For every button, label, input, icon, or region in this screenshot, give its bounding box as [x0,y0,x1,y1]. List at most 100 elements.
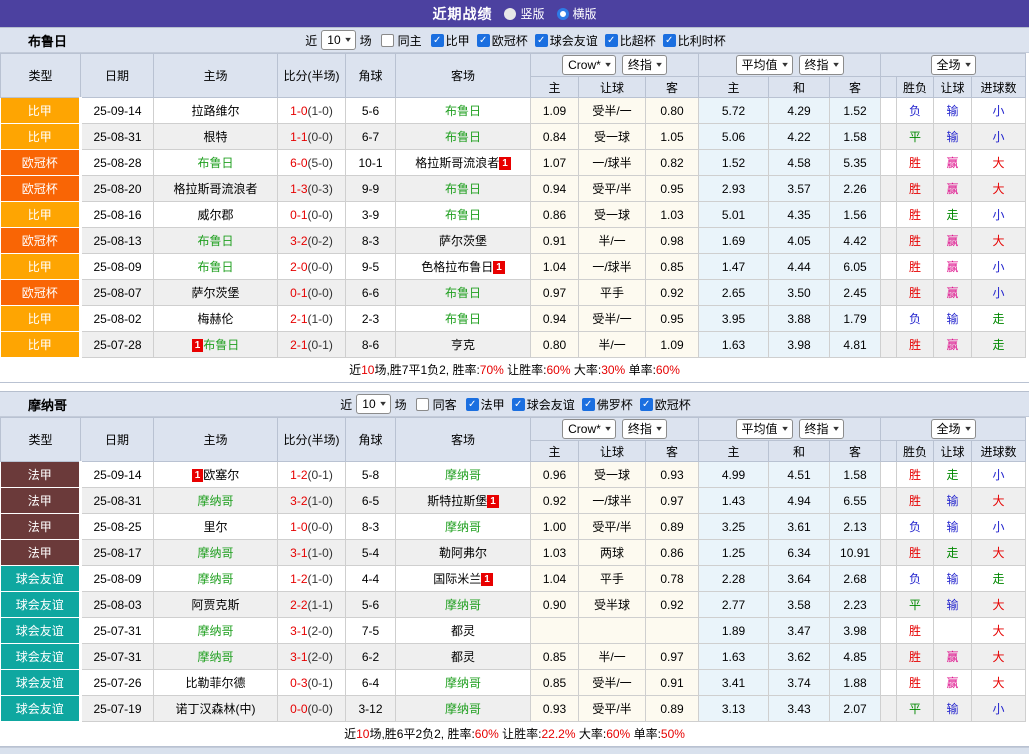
halftime-score: (0-0) [308,286,333,300]
red-card-badge: 1 [192,339,204,352]
average-stage-select[interactable]: 终指▾ [799,419,844,439]
league-checkbox[interactable]: ✓ [582,398,595,411]
away-team-cell: 布鲁日 [396,176,531,202]
away-team-cell: 摩纳哥 [396,592,531,618]
odds-stage-select[interactable]: 终指▾ [622,55,667,75]
away-team-cell: 勒阿弗尔 [396,540,531,566]
fulltime-score: 1-2 [290,468,307,482]
handicap-cell: 平手 [579,280,646,306]
odds-subheader: 主 [531,77,579,98]
halftime-score: (0-1) [308,338,333,352]
league-checkbox-label[interactable]: 佛罗杯 [597,396,633,413]
fulltime-score: 3-2 [290,234,307,248]
vertical-layout-radio[interactable] [504,8,516,20]
avg-home-cell: 1.25 [699,540,769,566]
league-checkbox[interactable]: ✓ [477,34,490,47]
horizontal-layout-radio[interactable] [557,8,569,20]
home-odds-cell: 0.91 [531,228,579,254]
scope-select[interactable]: 全场▾ [931,55,976,75]
chevron-down-icon: ▾ [345,32,351,48]
column-header: 主场 [154,54,278,98]
handicap-cell: 受半/一 [579,98,646,124]
away-team-name: 布鲁日 [445,182,481,196]
away-odds-cell: 0.95 [646,176,699,202]
home-team-name: 布鲁日 [197,234,233,248]
home-team-cell: 1欧塞尔 [154,462,278,488]
league-checkbox-label[interactable]: 欧冠杯 [655,396,691,413]
average-stage-select[interactable]: 终指▾ [799,55,844,75]
odds-stage-select[interactable]: 终指▾ [622,419,667,439]
handicap-result-cell: 走 [934,540,972,566]
match-count-select-value: 10 [362,396,375,412]
match-count-select[interactable]: 10▾ [321,30,355,50]
same-venue-checkbox[interactable] [416,398,429,411]
avg-home-cell: 1.69 [699,228,769,254]
away-odds-cell: 0.85 [646,254,699,280]
average-select[interactable]: 平均值▾ [736,55,793,75]
record-summary: 近10场,胜6平2负2, 胜率:60% 让胜率:22.2% 大率:60% 单率:… [0,722,1029,747]
avg-home-cell: 5.72 [699,98,769,124]
summary-segment: 近 [349,363,361,377]
away-odds-cell: 0.97 [646,488,699,514]
away-team-name: 布鲁日 [445,312,481,326]
table-row: 球会友谊25-07-26比勒菲尔德0-3(0-1)6-4摩纳哥0.85受半/一0… [1,670,1026,696]
vertical-layout-label[interactable]: 竖版 [520,5,544,22]
league-checkbox[interactable]: ✓ [512,398,525,411]
table-row: 球会友谊25-08-09摩纳哥1-2(1-0)4-4国际米兰11.04平手0.7… [1,566,1026,592]
fulltime-score: 1-1 [290,130,307,144]
goals-result-cell: 小 [972,254,1026,280]
scope-select[interactable]: 全场▾ [931,419,976,439]
away-team-cell: 摩纳哥 [396,514,531,540]
same-venue-label[interactable]: 同客 [433,396,457,413]
league-checkbox-label[interactable]: 法甲 [481,396,505,413]
scope-header: 全场▾ [881,54,1026,77]
league-checkbox-label[interactable]: 欧冠杯 [492,32,528,49]
league-checkbox[interactable]: ✓ [663,34,676,47]
avg-away-cell: 5.35 [830,150,881,176]
handicap-cell: 两球 [579,540,646,566]
avg-draw-cell: 4.51 [769,462,830,488]
spacer-cell [881,462,897,488]
summary-segment: 60% [606,727,630,741]
league-checkbox[interactable]: ✓ [431,34,444,47]
league-checkbox-label[interactable]: 球会友谊 [550,32,598,49]
avg-away-cell: 1.79 [830,306,881,332]
away-odds-cell: 0.92 [646,280,699,306]
home-team-cell: 萨尔茨堡 [154,280,278,306]
avg-away-cell: 10.91 [830,540,881,566]
avg-away-cell: 2.07 [830,696,881,722]
horizontal-layout-label[interactable]: 横版 [573,5,597,22]
away-odds-cell: 1.09 [646,332,699,358]
result-subheader: 胜负 [897,77,934,98]
league-checkbox[interactable]: ✓ [605,34,618,47]
halftime-score: (2-0) [308,650,333,664]
handicap-result-cell: 输 [934,592,972,618]
league-checkbox-label[interactable]: 比甲 [446,32,470,49]
handicap-cell: 一/球半 [579,254,646,280]
fulltime-score: 1-0 [290,520,307,534]
goals-result-cell: 大 [972,150,1026,176]
away-odds-cell: 0.91 [646,670,699,696]
same-venue-label[interactable]: 同主 [398,32,422,49]
fulltime-score: 2-2 [290,598,307,612]
average-select[interactable]: 平均值▾ [736,419,793,439]
away-team-name: 斯特拉斯堡 [427,494,487,508]
score-cell: 1-1(0-0) [278,124,346,150]
handicap-cell: 半/一 [579,644,646,670]
home-team-name: 摩纳哥 [197,650,233,664]
match-count-select[interactable]: 10▾ [356,394,390,414]
league-checkbox-label[interactable]: 比利时杯 [678,32,726,49]
league-checkbox[interactable]: ✓ [640,398,653,411]
away-team-cell: 布鲁日 [396,98,531,124]
league-checkbox[interactable]: ✓ [466,398,479,411]
same-venue-checkbox[interactable] [381,34,394,47]
league-type-cell: 比甲 [1,306,81,332]
handicap-cell: 受一球 [579,124,646,150]
table-row: 比甲25-08-16威尔郡0-1(0-0)3-9布鲁日0.86受一球1.035.… [1,202,1026,228]
league-checkbox[interactable]: ✓ [535,34,548,47]
corners-cell: 8-3 [346,228,396,254]
league-checkbox-label[interactable]: 比超杯 [620,32,656,49]
bookmaker-select[interactable]: Crow*▾ [562,55,616,75]
bookmaker-select[interactable]: Crow*▾ [562,419,616,439]
league-checkbox-label[interactable]: 球会友谊 [527,396,575,413]
